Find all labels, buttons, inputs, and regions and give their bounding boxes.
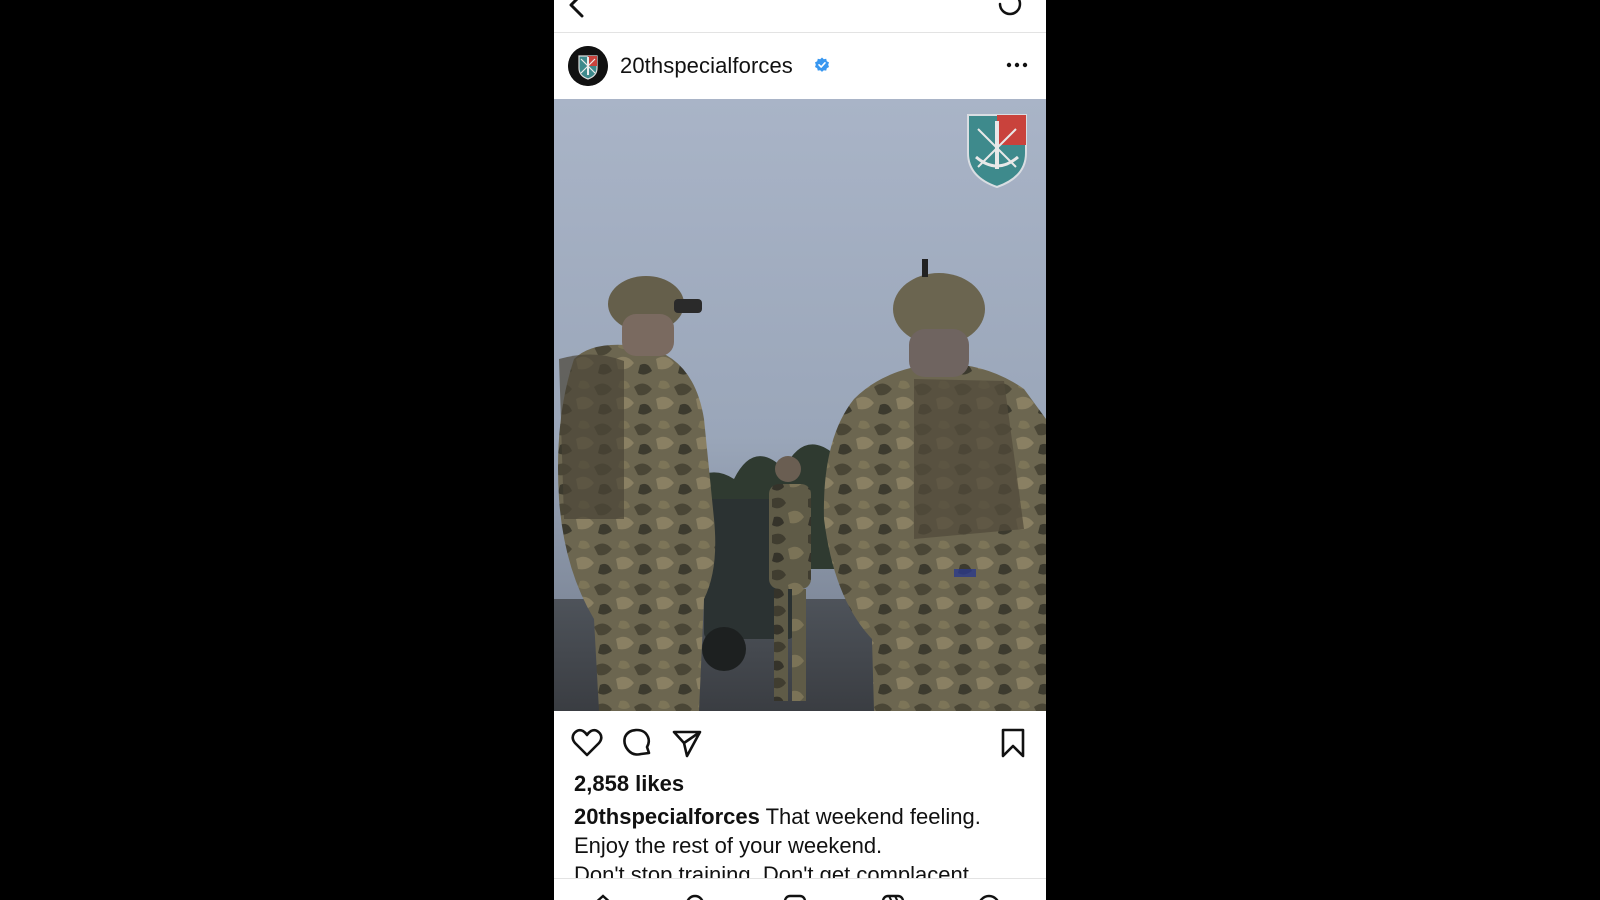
back-arrow-icon[interactable] xyxy=(564,0,594,20)
reels-icon[interactable] xyxy=(880,893,906,900)
unit-crest-icon xyxy=(568,46,608,86)
post-actions xyxy=(554,712,1046,772)
loading-spinner-icon xyxy=(998,0,1022,16)
create-icon[interactable] xyxy=(782,893,808,900)
post-header: 20thspecialforces xyxy=(554,33,1046,98)
verified-badge-icon xyxy=(815,57,829,72)
caption-text-2: Enjoy the rest of your weekend. xyxy=(574,833,883,858)
instagram-post-screen: 20thspecialforces 2,858 likes 20thspecia… xyxy=(554,0,1046,900)
profile-icon[interactable] xyxy=(976,893,1002,900)
likes-count[interactable]: 2,858 likes xyxy=(574,771,684,797)
more-options-icon[interactable] xyxy=(1004,53,1030,77)
bookmark-icon[interactable] xyxy=(996,726,1030,760)
caption-username[interactable]: 20thspecialforces xyxy=(574,804,760,829)
caption-line-1: 20thspecialforces That weekend feeling. xyxy=(574,802,1034,831)
unit-crest-overlay xyxy=(967,114,1027,189)
search-icon[interactable] xyxy=(684,893,710,900)
bottom-nav xyxy=(554,878,1046,900)
post-username[interactable]: 20thspecialforces xyxy=(620,53,793,79)
post-image[interactable] xyxy=(554,99,1046,711)
avatar[interactable] xyxy=(568,46,608,86)
home-icon[interactable] xyxy=(590,893,616,900)
share-icon[interactable] xyxy=(670,726,704,760)
post-caption: 20thspecialforces That weekend feeling. … xyxy=(574,802,1034,889)
comment-icon[interactable] xyxy=(620,726,654,760)
caption-text-1: That weekend feeling. xyxy=(765,804,981,829)
top-bar xyxy=(554,0,1046,33)
soldiers-photo xyxy=(554,99,1046,711)
heart-icon[interactable] xyxy=(570,726,604,760)
